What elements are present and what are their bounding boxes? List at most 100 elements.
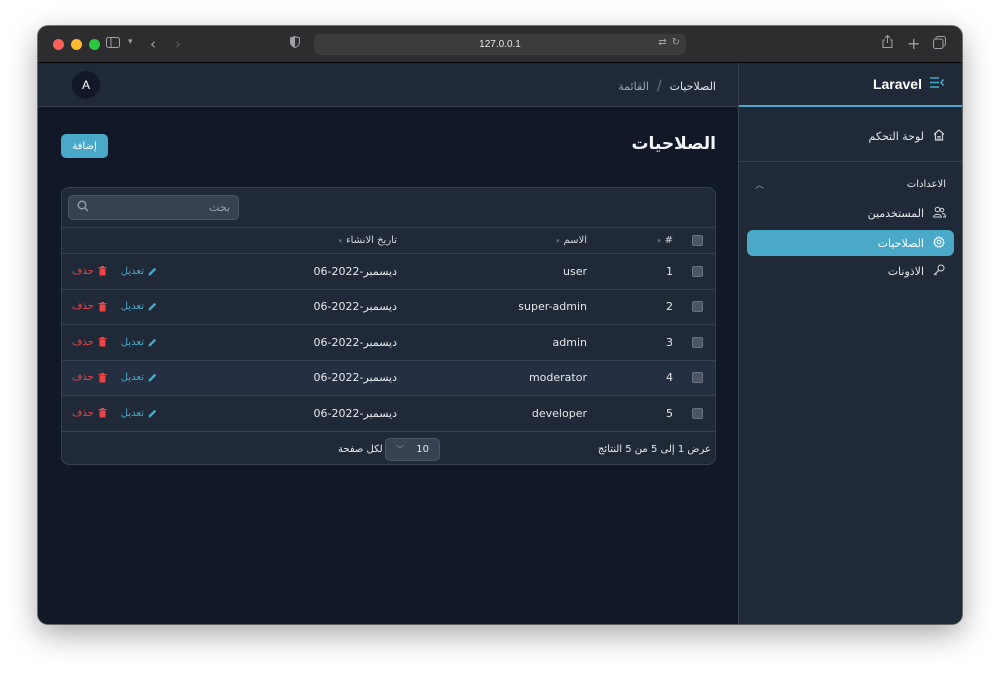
forward-button[interactable]: › <box>175 35 181 53</box>
sidebar-item-label: الاذونات <box>887 264 924 278</box>
row-checkbox[interactable] <box>692 290 704 325</box>
chevron-down-icon[interactable]: ▾ <box>128 37 133 47</box>
table-row: 5 developer 06-ديسمبر-2022 حذف تعديل <box>62 395 715 431</box>
key-icon <box>932 264 946 279</box>
reload-icon[interactable]: ↻ <box>672 37 680 48</box>
delete-label: حذف <box>72 265 94 277</box>
per-page-select[interactable]: ﹀ 10 <box>385 438 440 461</box>
row-checkbox[interactable] <box>692 396 704 431</box>
edit-button[interactable]: تعديل <box>121 408 157 419</box>
back-button[interactable]: ‹ <box>150 35 156 53</box>
edit-button[interactable]: تعديل <box>121 266 157 277</box>
delete-button[interactable]: حذف <box>72 408 107 419</box>
column-header-created[interactable]: ▾ تاريخ الانشاء <box>338 228 397 253</box>
search-placeholder: بحث <box>209 201 230 214</box>
home-icon <box>932 128 946 144</box>
search-icon <box>77 200 89 215</box>
sidebar-item-label: الصلاحيات <box>877 236 924 250</box>
breadcrumb: الصلاحيات / القائمة <box>618 78 716 94</box>
breadcrumb-link-list[interactable]: القائمة <box>618 80 649 93</box>
delete-label: حذف <box>72 407 94 419</box>
column-header-number[interactable]: ▾ # <box>657 228 673 253</box>
top-bar: A الصلاحيات / القائمة <box>38 63 738 107</box>
table-row: 2 super-admin 06-ديسمبر-2022 حذف تعديل <box>62 288 715 325</box>
select-all-checkbox[interactable] <box>692 228 704 253</box>
add-button[interactable]: إضافة <box>61 134 108 158</box>
minimize-window-button[interactable] <box>71 38 82 50</box>
chevron-down-icon: ﹀ <box>396 445 404 454</box>
brand-row: Laravel <box>739 63 962 107</box>
share-icon[interactable] <box>882 35 893 48</box>
browser-toolbar: ▾ ‹ › 127.0.0.1 ⇄ ↻ + <box>38 26 962 63</box>
row-actions: حذف تعديل <box>72 325 157 360</box>
chevron-up-icon[interactable]: ︿ <box>755 178 764 191</box>
per-page-label: لكل صفحة <box>338 444 383 455</box>
search-input[interactable]: بحث <box>68 195 239 220</box>
avatar[interactable]: A <box>72 71 100 99</box>
row-number: 2 <box>666 300 673 314</box>
edit-label: تعديل <box>120 372 145 384</box>
delete-label: حذف <box>72 301 94 313</box>
table-row: 4 moderator 06-ديسمبر-2022 حذف تعديل <box>62 359 715 396</box>
pencil-icon <box>148 338 157 347</box>
edit-label: تعديل <box>120 265 145 277</box>
edit-label: تعديل <box>120 336 145 348</box>
shield-icon[interactable] <box>290 36 300 48</box>
row-name: super-admin <box>518 300 587 314</box>
row-checkbox[interactable] <box>692 361 704 396</box>
menu-collapse-icon[interactable] <box>930 76 945 92</box>
delete-label: حذف <box>72 336 94 348</box>
brand-name[interactable]: Laravel <box>873 76 922 92</box>
per-page-value: 10 <box>416 444 429 455</box>
sidebar-divider <box>739 161 962 162</box>
sidebar-item-permissions[interactable]: الاذونات <box>739 258 962 284</box>
tab-overview-icon[interactable] <box>933 36 946 49</box>
edit-button[interactable]: تعديل <box>121 301 157 312</box>
breadcrumb-separator: / <box>656 78 662 94</box>
edit-button[interactable]: تعديل <box>121 372 157 383</box>
sidebar-item-users[interactable]: المستخدمين <box>739 200 962 226</box>
breadcrumb-current: الصلاحيات <box>669 79 716 93</box>
address-bar[interactable]: 127.0.0.1 ⇄ ↻ <box>314 34 686 55</box>
sidebar-item-dashboard[interactable]: لوحة التحكم <box>739 123 962 149</box>
sidebar-group-settings[interactable]: ︿ الاعدادات <box>739 176 962 192</box>
delete-button[interactable]: حذف <box>72 301 107 312</box>
new-tab-icon[interactable]: + <box>907 34 920 53</box>
row-date: 06-ديسمبر-2022 <box>313 335 397 349</box>
sort-icon: ▾ <box>657 236 661 245</box>
sidebar-item-roles[interactable]: الصلاحيات <box>747 230 954 256</box>
row-date: 06-ديسمبر-2022 <box>313 264 397 278</box>
row-name: developer <box>531 406 587 420</box>
zoom-window-button[interactable] <box>89 38 100 50</box>
trash-icon <box>98 266 107 276</box>
table-header: ▾ # ▾ الاسم ▾ تاريخ الانشاء <box>62 227 715 253</box>
pencil-icon <box>148 267 157 276</box>
row-actions: حذف تعديل <box>72 290 157 325</box>
sidebar-group-title: الاعدادات <box>906 178 946 190</box>
row-checkbox[interactable] <box>692 254 704 289</box>
table-row: 1 user 06-ديسمبر-2022 حذف تعديل <box>62 253 715 289</box>
sidebar-toggle-icon[interactable] <box>106 37 120 48</box>
results-summary: عرض 1 إلى 5 من 5 النتائج <box>597 444 711 455</box>
row-date: 06-ديسمبر-2022 <box>313 300 397 314</box>
window-controls <box>53 38 100 50</box>
sidebar: Laravel لوحة التحكم ︿ الاعدادات المستخدم… <box>738 63 962 624</box>
edit-label: تعديل <box>120 301 145 313</box>
row-actions: حذف تعديل <box>72 361 157 396</box>
row-checkbox[interactable] <box>692 325 704 360</box>
column-header-name[interactable]: ▾ الاسم <box>556 228 587 253</box>
pencil-icon <box>148 303 157 311</box>
row-actions: حذف تعديل <box>72 396 157 431</box>
row-number: 1 <box>666 264 673 278</box>
users-icon <box>932 206 946 221</box>
edit-label: تعديل <box>120 407 145 419</box>
close-window-button[interactable] <box>53 38 64 50</box>
translate-icon[interactable]: ⇄ <box>658 37 666 48</box>
delete-button[interactable]: حذف <box>72 372 107 383</box>
trash-icon <box>98 337 107 347</box>
delete-button[interactable]: حذف <box>72 266 107 277</box>
row-name: moderator <box>528 371 587 385</box>
delete-button[interactable]: حذف <box>72 337 107 348</box>
edit-button[interactable]: تعديل <box>121 337 157 348</box>
sidebar-item-label: لوحة التحكم <box>868 129 924 143</box>
